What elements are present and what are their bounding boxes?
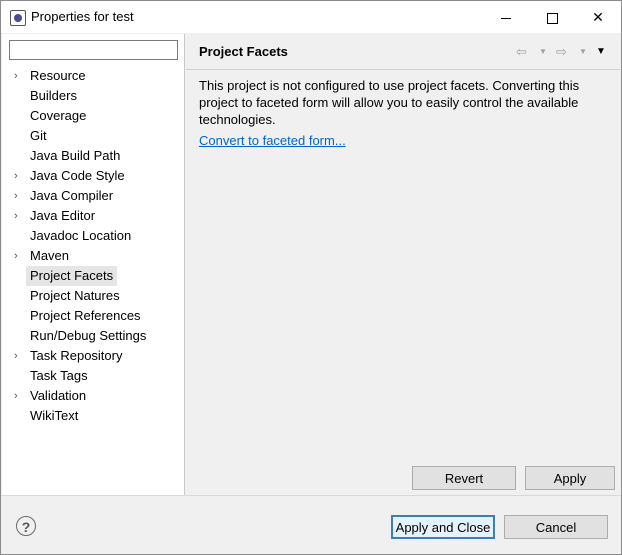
tree-item-label: Validation <box>30 388 87 403</box>
divider <box>186 69 620 70</box>
tree-item[interactable]: › Validation <box>2 386 184 406</box>
tree-item[interactable]: › Java Code Style <box>2 166 184 186</box>
tree-item-label: Maven <box>30 248 70 263</box>
tree-item[interactable]: › Maven <box>2 246 184 266</box>
chevron-right-icon[interactable]: › <box>14 209 18 223</box>
tree-item-label: Project Natures <box>30 288 120 303</box>
forward-arrow-icon[interactable]: ⇨ <box>556 43 567 61</box>
tree-item-label: Task Repository <box>30 348 123 363</box>
tree-item[interactable]: Project Facets <box>2 266 184 286</box>
minimize-button[interactable] <box>483 1 529 33</box>
app-icon <box>10 10 26 26</box>
tree-item-label: Coverage <box>30 108 87 123</box>
tree-item[interactable]: Coverage <box>2 106 184 126</box>
tree-item[interactable]: Task Tags <box>2 366 184 386</box>
view-menu-icon[interactable]: ▼ <box>596 43 606 61</box>
tree-item[interactable]: Java Build Path <box>2 146 184 166</box>
tree-item[interactable]: WikiText <box>2 406 184 426</box>
tree-item[interactable]: Builders <box>2 86 184 106</box>
maximize-icon <box>546 12 558 24</box>
tree-item[interactable]: › Resource <box>2 66 184 86</box>
chevron-right-icon[interactable]: › <box>14 169 18 183</box>
chevron-right-icon[interactable]: › <box>14 349 18 363</box>
preference-sidebar: › Resource Builders Coverage Git Java Build P… <box>2 34 185 495</box>
help-icon[interactable]: ? <box>16 516 36 536</box>
tree-item-label: Run/Debug Settings <box>30 328 147 343</box>
chevron-right-icon[interactable]: › <box>14 389 18 403</box>
footer-divider <box>1 495 621 496</box>
back-dropdown-icon[interactable]: ▼ <box>539 43 547 61</box>
tree-item[interactable]: Project References <box>2 306 184 326</box>
main-panel: Project Facets ⇦ ▼ ⇨ ▼ ▼ This project is… <box>186 34 620 495</box>
tree-item-label: Java Code Style <box>30 168 125 183</box>
forward-dropdown-icon[interactable]: ▼ <box>579 43 587 61</box>
tree-item[interactable]: › Java Compiler <box>2 186 184 206</box>
properties-dialog: Properties for test ✕ › Resource Builders C… <box>0 0 622 555</box>
tree-item-label: WikiText <box>30 408 79 423</box>
tree-item[interactable]: › Java Editor <box>2 206 184 226</box>
cancel-button[interactable]: Cancel <box>504 515 608 539</box>
apply-button[interactable]: Apply <box>525 466 615 490</box>
revert-button[interactable]: Revert <box>412 466 516 490</box>
convert-faceted-link[interactable]: Convert to faceted form... <box>199 133 346 148</box>
chevron-right-icon[interactable]: › <box>14 189 18 203</box>
tree-item-label: Javadoc Location <box>30 228 132 243</box>
tree-item[interactable]: Run/Debug Settings <box>2 326 184 346</box>
window-title: Properties for test <box>31 9 134 24</box>
chevron-right-icon[interactable]: › <box>14 249 18 263</box>
tree-item[interactable]: › Task Repository <box>2 346 184 366</box>
filter-input[interactable] <box>9 40 178 60</box>
close-icon: ✕ <box>592 9 604 25</box>
tree-item-label: Java Compiler <box>30 188 114 203</box>
tree-item-label: Git <box>30 128 47 143</box>
tree-item-label: Project Facets <box>26 266 118 286</box>
tree-item-label: Resource <box>30 68 86 83</box>
tree-item-label: Builders <box>30 88 77 103</box>
maximize-button[interactable] <box>529 1 575 33</box>
tree-item-label: Java Build Path <box>30 148 121 163</box>
tree-item[interactable]: Javadoc Location <box>2 226 184 246</box>
page-title: Project Facets <box>199 44 288 59</box>
minimize-icon <box>501 17 511 19</box>
chevron-right-icon[interactable]: › <box>14 69 18 83</box>
back-arrow-icon[interactable]: ⇦ <box>516 43 527 61</box>
close-button[interactable]: ✕ <box>575 1 621 33</box>
title-bar: Properties for test ✕ <box>1 1 621 33</box>
tree-item-label: Project References <box>30 308 141 323</box>
tree-item-label: Java Editor <box>30 208 96 223</box>
apply-and-close-button[interactable]: Apply and Close <box>391 515 495 539</box>
tree-item[interactable]: Git <box>2 126 184 146</box>
tree-item[interactable]: Project Natures <box>2 286 184 306</box>
tree-item-label: Task Tags <box>30 368 88 383</box>
facets-description: This project is not configured to use pr… <box>199 78 580 127</box>
